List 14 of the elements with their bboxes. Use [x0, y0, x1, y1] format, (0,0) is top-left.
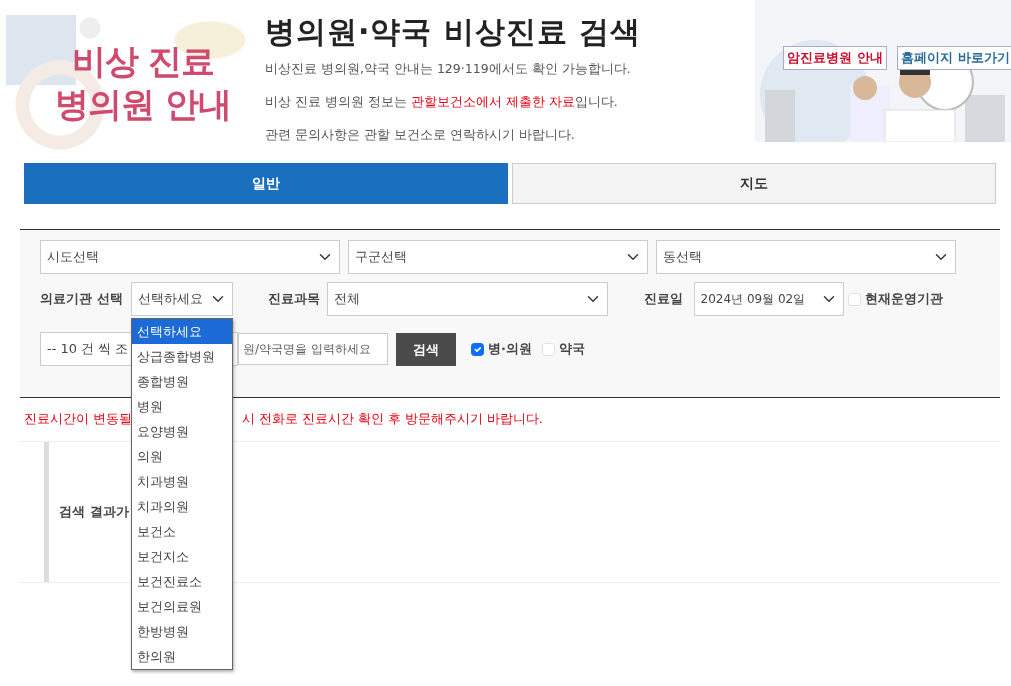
checkbox-label: 병·의원 [488, 340, 532, 359]
field-label: 의료기관 선택 [40, 290, 123, 309]
field-label: 진료과목 [267, 290, 320, 309]
info-text: 관련 문의사항은 관할 보건소로 연락하시기 바랍니다. [265, 125, 576, 144]
result-message: 검색 결과가 [59, 503, 129, 521]
field-label: 진료일 [643, 290, 683, 309]
page-title: 병의원·약국 비상진료 검색 [265, 14, 643, 50]
checkbox-label: 약국 [558, 340, 585, 359]
info-text: 비상 진료 병의원 정보는 관할보건소에서 제출한 자료입니다. [265, 92, 619, 111]
notice-text: 시 전화로 진료시간 확인 후 방문해주시기 바랍니다. [242, 410, 543, 428]
checkbox-label: 현재운영기관 [864, 290, 943, 309]
banner-title: 비상 진료 병의원 안내 [55, 40, 231, 125]
notice-text: 진료시간이 변동될 [24, 410, 132, 428]
info-text: 비상진료 병의원,약국 안내는 129·119에서도 확인 가능합니다. [265, 60, 632, 78]
